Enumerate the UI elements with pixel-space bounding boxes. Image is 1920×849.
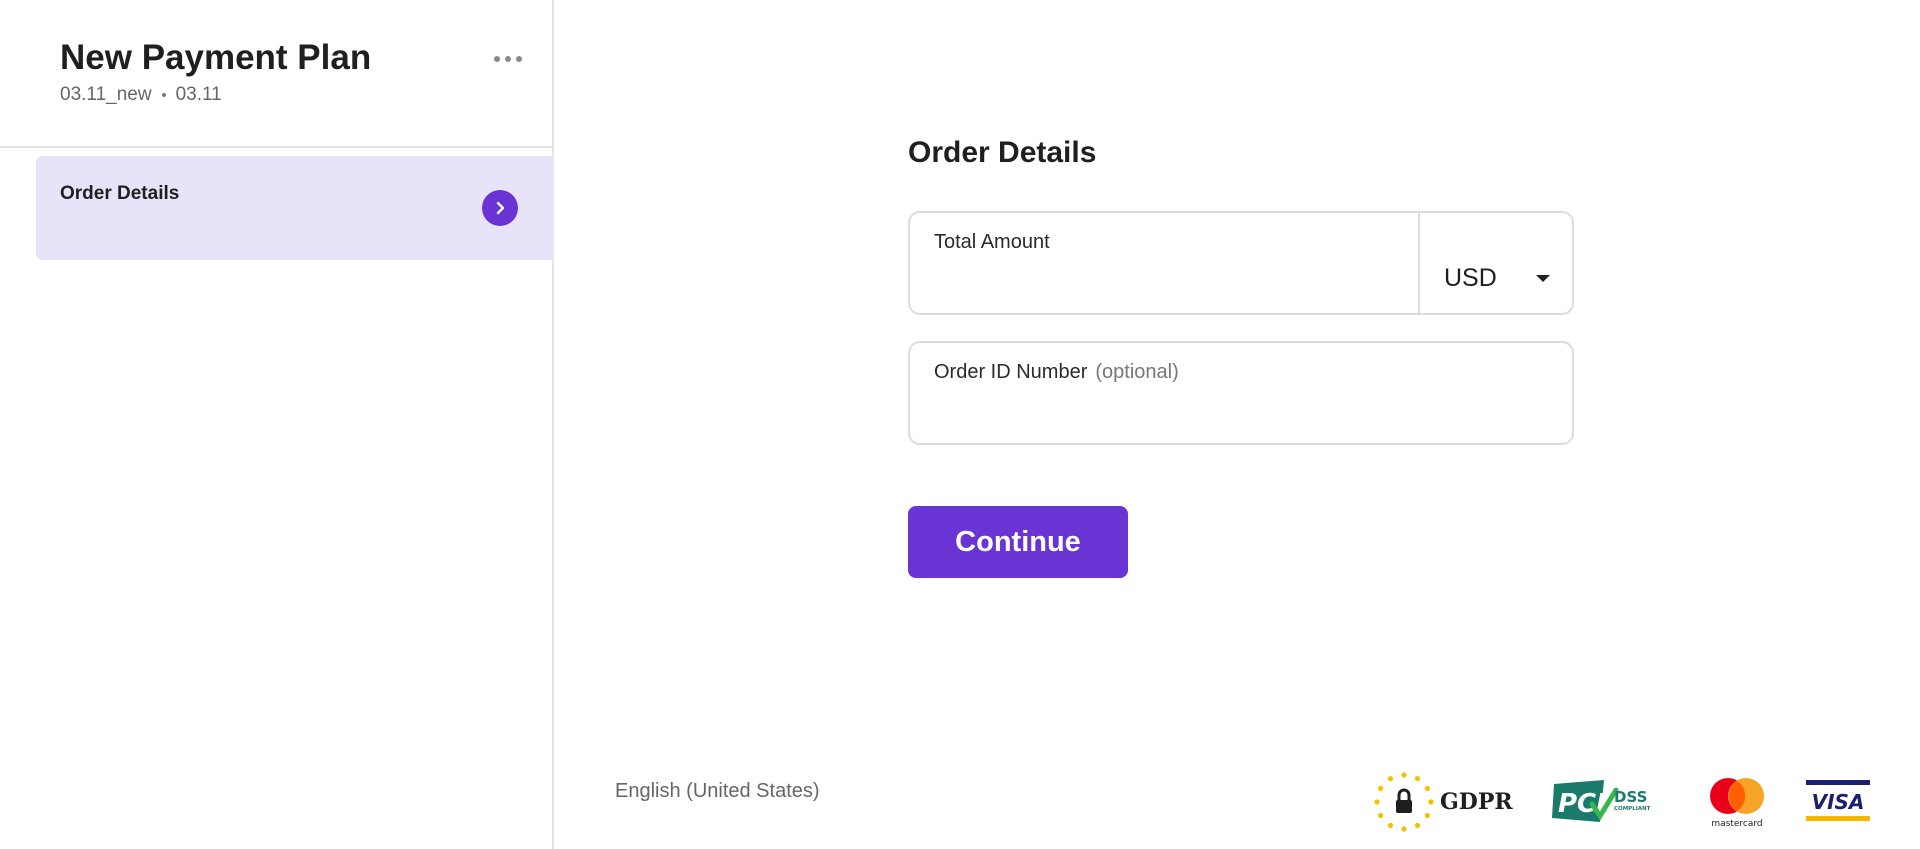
language-selector[interactable]: English (United States) xyxy=(615,780,820,803)
continue-button[interactable]: Continue xyxy=(908,506,1128,578)
order-id-label: Order ID Number (optional) xyxy=(934,361,1179,384)
gdpr-stars-lock-icon xyxy=(1374,772,1434,832)
sidebar-step-label: Order Details xyxy=(60,183,180,204)
gdpr-badge: GDPR xyxy=(1372,770,1513,834)
pci-dss-compliant-logo: PCI DSS COMPLIANT xyxy=(1552,780,1651,822)
plan-subtitle: 03.11_new 03.11 xyxy=(60,84,222,106)
optional-hint: (optional) xyxy=(1095,361,1179,383)
total-amount-input[interactable] xyxy=(932,267,1406,305)
sidebar: New Payment Plan 03.11_new 03.11 Order D… xyxy=(0,0,554,849)
more-dot xyxy=(494,56,500,62)
more-dot xyxy=(505,56,511,62)
separator-dot xyxy=(161,93,166,97)
sidebar-step-order-details[interactable]: Order Details xyxy=(36,156,554,260)
plan-subtitle-name: 03.11_new xyxy=(60,84,152,105)
visa-logo: VISA xyxy=(1806,780,1870,821)
currency-value: USD xyxy=(1444,264,1497,292)
more-options-icon[interactable] xyxy=(490,52,526,66)
mastercard-text: mastercard xyxy=(1711,819,1762,828)
visa-text: VISA xyxy=(1812,790,1865,814)
chevron-right-icon[interactable] xyxy=(482,190,518,226)
dss-text: DSS xyxy=(1614,788,1647,806)
currency-select[interactable]: USD xyxy=(1418,213,1572,313)
plan-title: New Payment Plan xyxy=(60,38,372,77)
order-id-input[interactable] xyxy=(932,397,1546,435)
section-title: Order Details xyxy=(908,136,1097,169)
caret-down-icon xyxy=(1536,275,1550,282)
order-id-field[interactable]: Order ID Number (optional) xyxy=(908,341,1574,445)
order-id-label-text: Order ID Number xyxy=(934,361,1088,383)
compliant-text: COMPLIANT xyxy=(1614,806,1651,812)
total-amount-label: Total Amount xyxy=(934,231,1050,253)
sidebar-header: New Payment Plan 03.11_new 03.11 xyxy=(0,0,552,148)
more-dot xyxy=(516,56,522,62)
mastercard-logo: mastercard xyxy=(1710,778,1764,828)
plan-subtitle-date: 03.11 xyxy=(175,84,222,105)
gdpr-text: GDPR xyxy=(1440,789,1513,815)
total-amount-field[interactable]: Total Amount USD xyxy=(908,211,1574,315)
